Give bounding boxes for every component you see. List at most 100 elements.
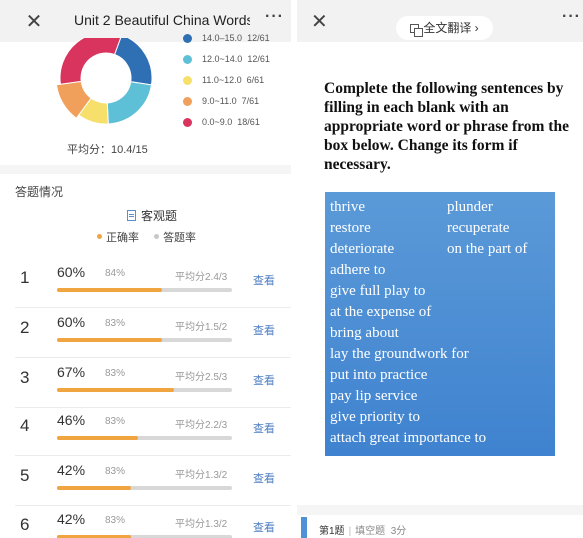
word-option: bring about xyxy=(330,325,399,341)
average-score-text: 平均分1.5/2 xyxy=(175,322,228,333)
word-box: thrive plunder restore recuperate deteriorat… xyxy=(325,192,555,456)
word-option: on the part of xyxy=(447,241,528,257)
view-button[interactable]: 查看 xyxy=(253,322,275,338)
answer-rate: 83% xyxy=(105,368,126,379)
key-answer: 答题率 xyxy=(154,229,196,245)
question-panel: ✕ 全文翻译 › ··· Complete the following sent… xyxy=(297,0,583,538)
question-number: 3 xyxy=(20,368,30,387)
word-option: recuperate xyxy=(447,220,510,236)
legend-count: 6/61 xyxy=(246,75,265,85)
question-number: 2 xyxy=(20,318,30,337)
correct-rate-bar xyxy=(57,338,232,342)
correct-rate-fill xyxy=(57,486,131,490)
legend-count: 12/61 xyxy=(247,33,270,43)
correct-rate: 46% xyxy=(57,412,86,428)
correct-rate: 42% xyxy=(57,511,86,527)
question-row: 4 46% 83% 平均分2.2/3 查看 xyxy=(0,406,291,456)
translate-icon xyxy=(410,24,424,37)
correct-rate: 42% xyxy=(57,462,86,478)
correct-dot-icon xyxy=(97,234,102,239)
question-number: 5 xyxy=(20,466,30,485)
correct-rate: 67% xyxy=(57,364,86,380)
report-panel: ✕ Unit 2 Beautiful China Words ··· 14.0–… xyxy=(0,0,291,538)
answer-dot-icon xyxy=(154,234,160,239)
correct-rate-bar xyxy=(57,436,232,440)
average-score-text: 平均分1.3/2 xyxy=(175,519,228,530)
view-button[interactable]: 查看 xyxy=(253,420,275,436)
correct-rate-bar xyxy=(57,388,232,392)
question-number: 6 xyxy=(20,515,30,534)
question-points: 3分 xyxy=(390,526,407,537)
subtitle-text: 客观题 xyxy=(141,209,178,223)
donut-slice xyxy=(59,38,122,85)
word-option: adhere to xyxy=(330,262,386,278)
question-instructions: Complete the following sentences by fill… xyxy=(324,80,569,173)
view-button[interactable]: 查看 xyxy=(253,272,275,288)
average-score-text: 平均分2.4/3 xyxy=(175,272,228,283)
correct-rate-fill xyxy=(57,288,162,292)
legend-dot xyxy=(183,34,192,43)
word-option: restore xyxy=(330,220,371,236)
word-option: attach great importance to xyxy=(330,430,487,446)
average-score-text: 平均分2.5/3 xyxy=(175,372,228,383)
question-header: ✕ 全文翻译 › ··· xyxy=(297,0,583,42)
close-icon[interactable]: ✕ xyxy=(311,9,328,34)
legend-count: 7/61 xyxy=(241,96,260,106)
view-button[interactable]: 查看 xyxy=(253,470,275,486)
legend-dot xyxy=(183,118,192,127)
answer-rate: 83% xyxy=(105,416,126,427)
average-score-text: 平均分2.2/3 xyxy=(175,420,228,431)
legend-count: 12/61 xyxy=(247,54,270,64)
word-option: plunder xyxy=(447,199,493,215)
question-info-bar: 第1题 | 填空题 3分 xyxy=(297,517,583,538)
legend-range: 9.0~11.0 xyxy=(202,96,237,106)
translate-button[interactable]: 全文翻译 › xyxy=(396,16,493,40)
section-divider xyxy=(0,165,291,174)
question-index: 第1题 xyxy=(319,526,345,537)
legend-count: 18/61 xyxy=(237,117,260,127)
word-option: give full play to xyxy=(330,283,426,299)
word-option: thrive xyxy=(330,199,365,215)
word-option: deteriorate xyxy=(330,241,395,257)
view-button[interactable]: 查看 xyxy=(253,519,275,535)
correct-rate-fill xyxy=(57,436,138,440)
page-title: Unit 2 Beautiful China Words xyxy=(74,12,250,28)
answer-rate: 83% xyxy=(105,466,126,477)
word-option: pay lip service xyxy=(330,388,418,404)
objective-questions-title: 客观题 xyxy=(127,207,177,224)
legend-dot xyxy=(183,76,192,85)
document-icon xyxy=(127,210,136,221)
answer-rate: 83% xyxy=(105,515,126,526)
legend-range: 11.0~12.0 xyxy=(202,75,242,85)
view-button[interactable]: 查看 xyxy=(253,372,275,388)
rate-key: 正确率 答题率 xyxy=(97,229,208,245)
legend-dot xyxy=(183,55,192,64)
question-row: 3 67% 83% 平均分2.5/3 查看 xyxy=(0,358,291,408)
close-icon[interactable]: ✕ xyxy=(24,9,44,34)
question-number: 4 xyxy=(20,416,30,435)
word-option: give priority to xyxy=(330,409,420,425)
section-title: 答题情况 xyxy=(15,185,64,199)
question-accent xyxy=(301,517,307,538)
legend-range: 14.0–15.0 xyxy=(202,33,243,43)
correct-rate: 60% xyxy=(57,314,86,330)
question-type: 填空题 xyxy=(355,526,386,537)
more-icon[interactable]: ··· xyxy=(265,8,284,26)
legend-range: 12.0~14.0 xyxy=(202,54,243,64)
score-distribution-donut xyxy=(56,38,153,125)
question-number: 1 xyxy=(20,268,30,287)
word-option: lay the groundwork for xyxy=(330,346,469,362)
word-option: put into practice xyxy=(330,367,428,383)
average-score: 平均分：10.4/15 xyxy=(67,144,148,156)
question-row: 1 60% 84% 平均分2.4/3 查看 xyxy=(0,258,291,308)
legend-dot xyxy=(183,97,192,106)
legend-range: 0.0~9.0 xyxy=(202,117,233,127)
question-info: 第1题 | 填空题 3分 xyxy=(319,526,407,537)
key-correct: 正确率 xyxy=(97,229,139,245)
more-icon[interactable]: ··· xyxy=(562,8,581,26)
donut-slice xyxy=(113,38,153,86)
donut-slice xyxy=(106,81,153,125)
correct-rate: 60% xyxy=(57,264,86,280)
bottom-divider xyxy=(297,505,583,515)
correct-rate-bar xyxy=(57,486,232,490)
